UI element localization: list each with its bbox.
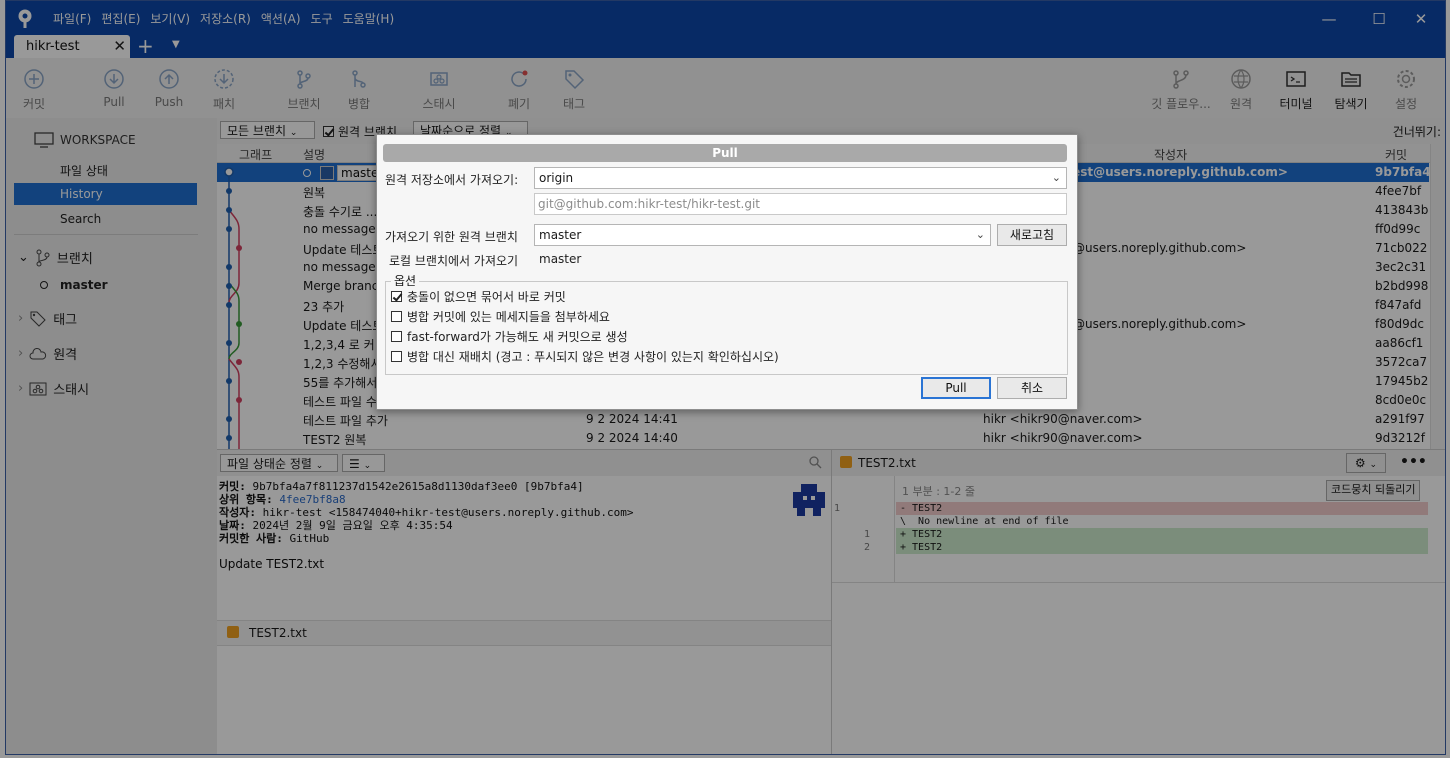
option-commit-if-no-conflicts[interactable]: 충돌이 없으면 묶어서 바로 커밋 (391, 288, 566, 305)
cancel-button[interactable]: 취소 (997, 377, 1067, 399)
option-rebase[interactable]: 병합 대신 재배치 (경고 : 푸시되지 않은 변경 사항이 있는지 확인하십시… (391, 348, 779, 365)
checkbox-icon (391, 331, 402, 342)
option-include-merge-messages[interactable]: 병합 커밋에 있는 메세지들을 첨부하세요 (391, 308, 610, 325)
pull-confirm-button[interactable]: Pull (921, 377, 991, 399)
checkbox-icon (391, 311, 402, 322)
refresh-button[interactable]: 새로고침 (997, 224, 1067, 246)
dialog-title: Pull (383, 144, 1067, 162)
remote-repo-value: origin (539, 171, 574, 185)
options-legend: 옵션 (391, 272, 420, 289)
option-label: fast-forward가 가능해도 새 커밋으로 생성 (407, 330, 628, 344)
pull-dialog: Pull 원격 저장소에서 가져오기: origin ⌄ git@github.… (376, 134, 1078, 410)
chevron-down-icon: ⌄ (1051, 171, 1061, 184)
chevron-down-icon: ⌄ (975, 228, 985, 241)
option-no-fast-forward[interactable]: fast-forward가 가능해도 새 커밋으로 생성 (391, 328, 628, 345)
remote-url-field: git@github.com:hikr-test/hikr-test.git (534, 193, 1067, 215)
remote-branch-label: 가져오기 위한 원격 브랜치 (385, 230, 518, 244)
local-branch-label: 로컬 브랜치에서 가져오기 (389, 254, 519, 268)
checkbox-icon (391, 351, 402, 362)
remote-repo-label: 원격 저장소에서 가져오기: (385, 173, 519, 187)
remote-repo-select[interactable]: origin ⌄ (534, 167, 1067, 189)
option-label: 병합 대신 재배치 (경고 : 푸시되지 않은 변경 사항이 있는지 확인하십시… (407, 350, 779, 364)
option-label: 병합 커밋에 있는 메세지들을 첨부하세요 (407, 310, 610, 324)
option-label: 충돌이 없으면 묶어서 바로 커밋 (407, 290, 566, 304)
checkbox-checked-icon (391, 291, 402, 302)
remote-branch-select[interactable]: master ⌄ (534, 224, 991, 246)
local-branch-value: master (539, 252, 582, 266)
remote-branch-value: master (539, 228, 582, 242)
